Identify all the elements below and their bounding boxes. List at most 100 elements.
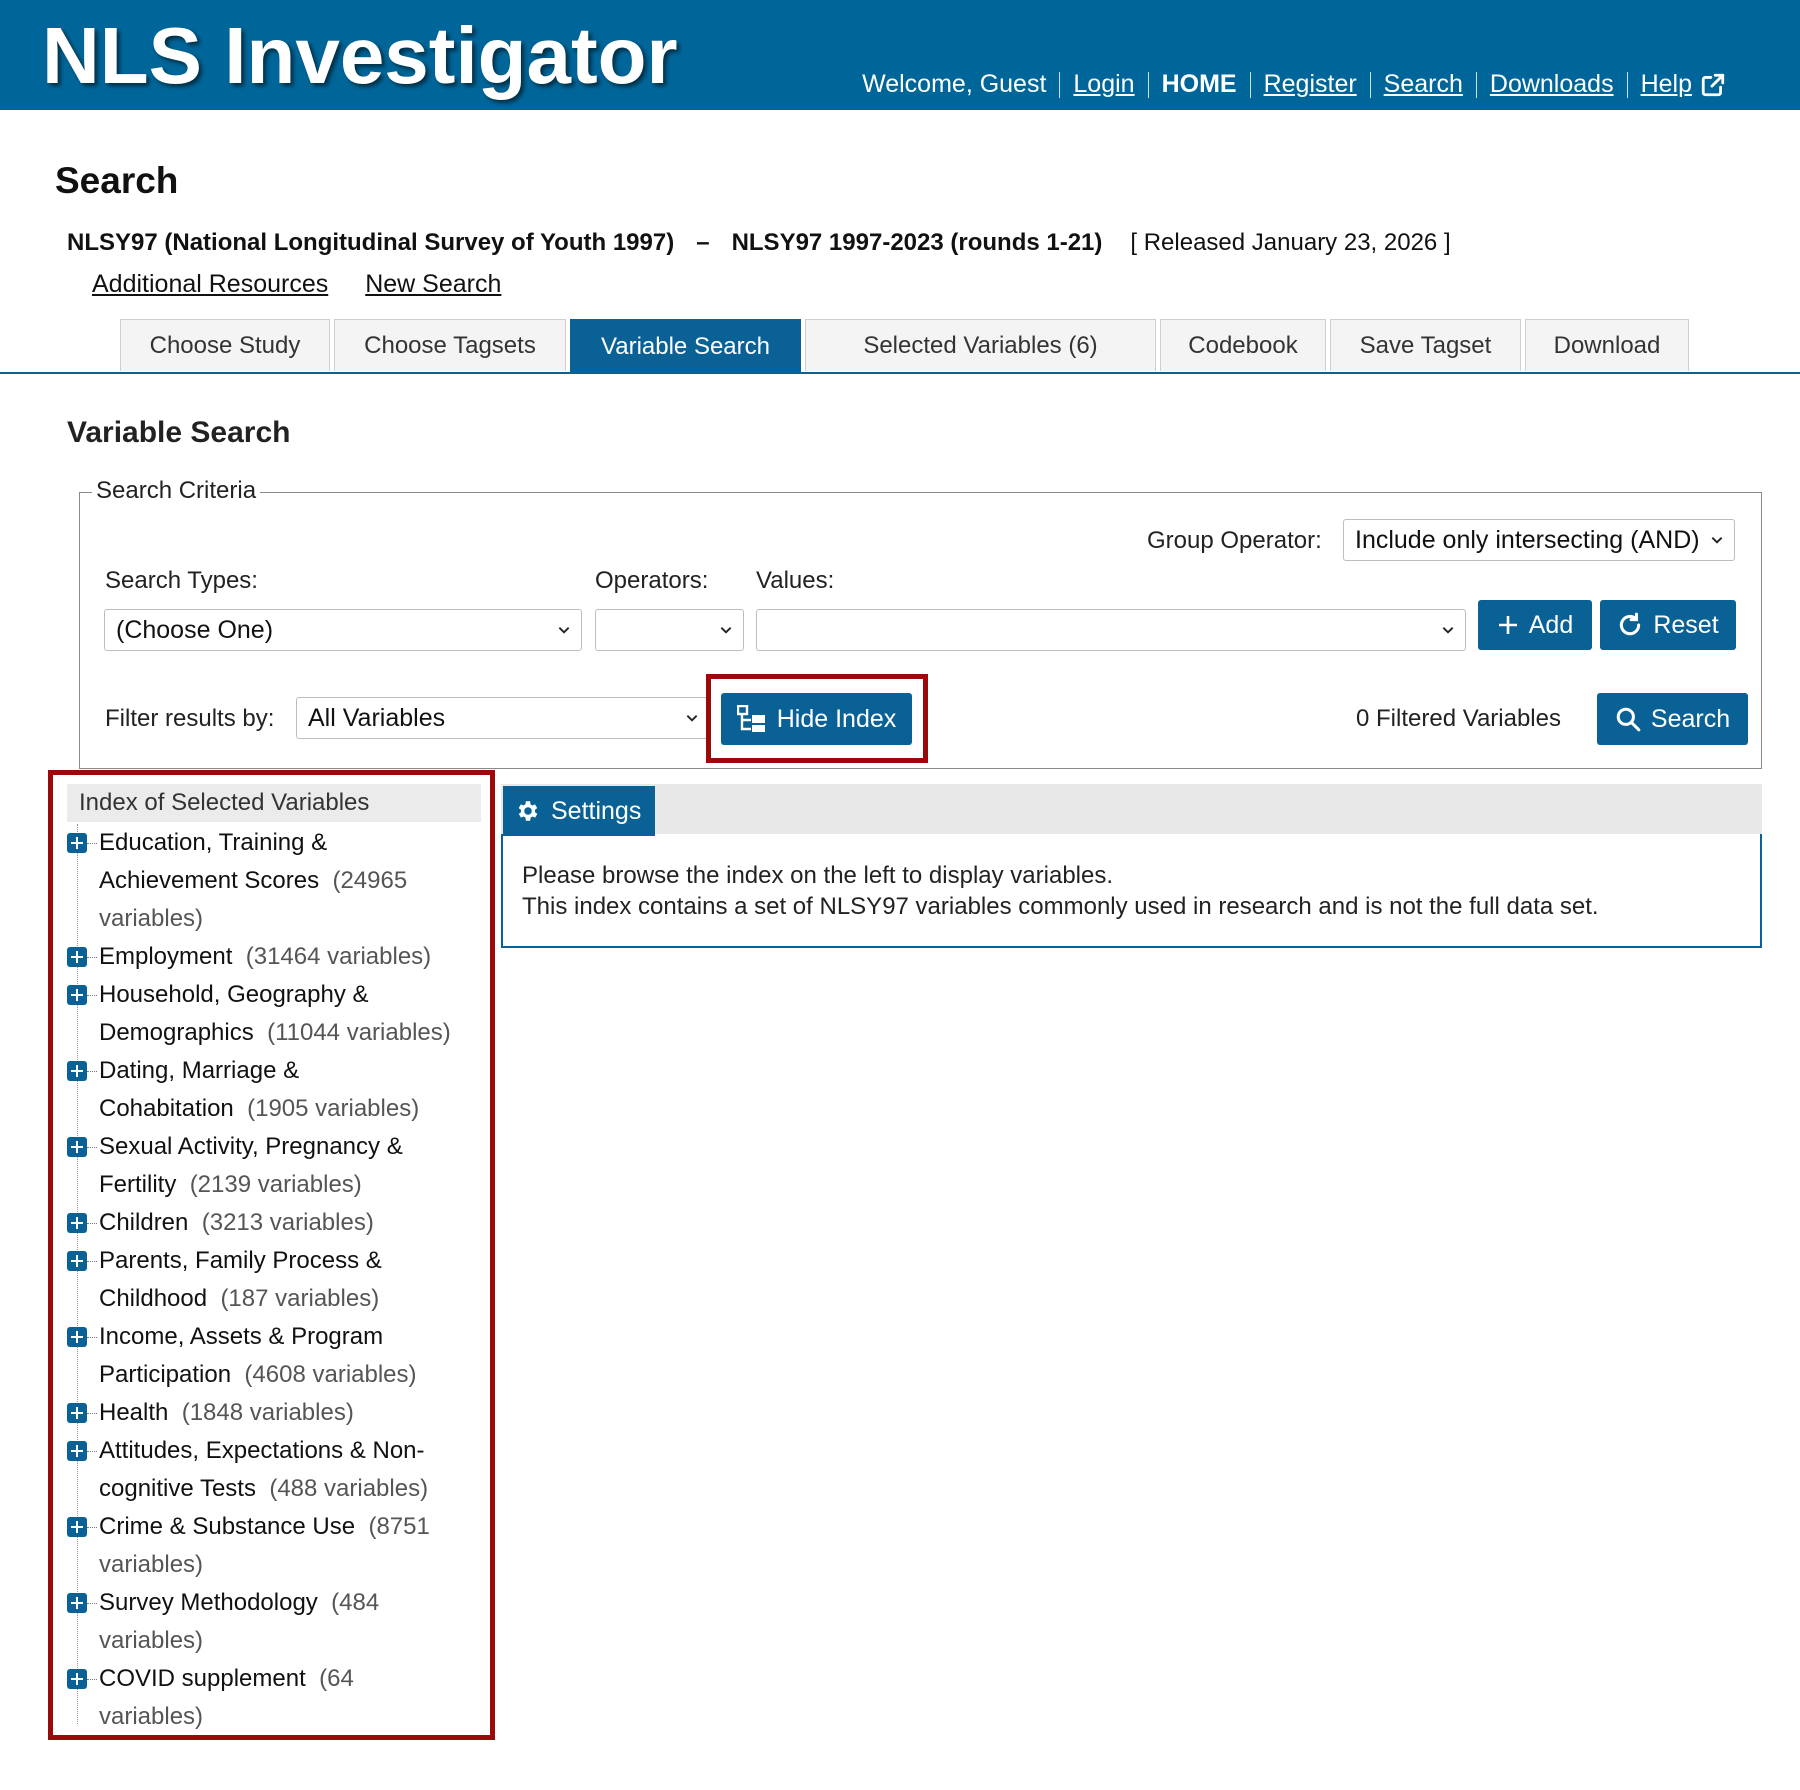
- nav-separator: [1249, 71, 1251, 98]
- index-item-count: (484: [331, 1589, 380, 1616]
- hide-index-button[interactable]: Hide Index: [721, 693, 912, 745]
- page-title: Search: [55, 160, 179, 201]
- chevron-down-icon: [686, 715, 698, 722]
- index-item-line: variables): [99, 1546, 487, 1584]
- refresh-icon: [1620, 612, 1641, 636]
- tab-choose-study[interactable]: Choose Study: [120, 319, 330, 371]
- index-item-label: Children: [99, 1209, 189, 1236]
- expand-plus-icon[interactable]: [67, 947, 87, 967]
- index-item-count: (3213 variables): [201, 1209, 374, 1236]
- index-item-label-cont: cognitive Tests: [99, 1475, 256, 1502]
- index-tree-item[interactable]: Household, Geography & Demographics (1104…: [67, 976, 487, 1052]
- index-tree-item[interactable]: Income, Assets & Program Participation (4…: [67, 1318, 487, 1394]
- reset-button[interactable]: Reset: [1600, 600, 1736, 650]
- search-criteria-legend: Search Criteria: [92, 477, 261, 505]
- chevron-down-icon: [1442, 627, 1454, 634]
- downloads-link[interactable]: Downloads: [1490, 70, 1614, 99]
- values-label: Values:: [756, 567, 835, 594]
- index-tree-item[interactable]: Attitudes, Expectations & Non-cognitive …: [67, 1432, 487, 1508]
- values-select[interactable]: [756, 609, 1466, 651]
- index-tree-item[interactable]: Parents, Family Process & Childhood (187 …: [67, 1242, 487, 1318]
- filter-select[interactable]: All Variables: [296, 697, 710, 739]
- operators-select[interactable]: [595, 609, 744, 651]
- index-item-label-cont: Achievement Scores: [99, 867, 320, 894]
- index-tree-item[interactable]: Employment (31464 variables): [67, 938, 487, 976]
- index-item-line: COVID supplement (64: [99, 1660, 487, 1698]
- index-item-label-cont: Childhood: [99, 1285, 208, 1312]
- index-item-label: Household, Geography &: [99, 981, 369, 1008]
- expand-plus-icon[interactable]: [67, 1403, 87, 1423]
- expand-plus-icon[interactable]: [67, 985, 87, 1005]
- tree-connector: [87, 995, 97, 996]
- hide-index-label: Hide Index: [776, 704, 897, 733]
- index-item-count: (187 variables): [220, 1285, 380, 1312]
- tree-connector: [87, 1337, 97, 1338]
- search-types-value: (Choose One): [116, 615, 274, 644]
- index-tree-item[interactable]: Crime & Substance Use (8751 variables): [67, 1508, 487, 1584]
- filter-value: All Variables: [308, 703, 446, 732]
- tree-connector: [87, 957, 97, 958]
- nav-separator: [1147, 71, 1149, 98]
- filter-label: Filter results by:: [105, 705, 275, 732]
- search-types-select[interactable]: (Choose One): [104, 609, 582, 651]
- index-tree-item[interactable]: Survey Methodology (484 variables): [67, 1584, 487, 1660]
- index-tree-item[interactable]: COVID supplement (64 variables): [67, 1660, 487, 1736]
- expand-plus-icon[interactable]: [67, 1327, 87, 1347]
- index-tree-item[interactable]: Education, Training & Achievement Scores …: [67, 824, 487, 938]
- variable-search-title: Variable Search: [67, 416, 291, 449]
- search-types-label: Search Types:: [105, 567, 258, 594]
- index-item-label: Parents, Family Process &: [99, 1247, 382, 1274]
- add-button[interactable]: Add: [1478, 600, 1592, 650]
- tab-choose-tagsets[interactable]: Choose Tagsets: [334, 319, 566, 371]
- gear-icon: [518, 801, 538, 821]
- operators-label: Operators:: [595, 567, 709, 594]
- home-link[interactable]: HOME: [1162, 70, 1237, 99]
- expand-plus-icon[interactable]: [67, 1213, 87, 1233]
- expand-plus-icon[interactable]: [67, 1669, 87, 1689]
- external-link-icon[interactable]: [1700, 72, 1726, 98]
- results-message-line2: This index contains a set of NLSY97 vari…: [522, 893, 1599, 920]
- expand-plus-icon[interactable]: [67, 1251, 87, 1271]
- results-message: Please browse the index on the left to d…: [522, 860, 1599, 922]
- tab-codebook[interactable]: Codebook: [1160, 319, 1326, 371]
- expand-plus-icon[interactable]: [67, 1593, 87, 1613]
- expand-plus-icon[interactable]: [67, 1517, 87, 1537]
- expand-plus-icon[interactable]: [67, 1137, 87, 1157]
- index-tree-item[interactable]: Health (1848 variables): [67, 1394, 487, 1432]
- index-tree-item[interactable]: Children (3213 variables): [67, 1204, 487, 1242]
- release-date: [ Released January 23, 2026 ]: [1130, 229, 1451, 256]
- index-item-line: Childhood (187 variables): [99, 1280, 487, 1318]
- index-item-count: (11044 variables): [267, 1019, 451, 1046]
- tab-variable-search[interactable]: Variable Search: [570, 319, 801, 373]
- index-item-line: Income, Assets & Program: [99, 1318, 487, 1356]
- index-item-line: variables): [99, 1698, 487, 1736]
- index-item-label-cont: Fertility: [99, 1171, 177, 1198]
- search-icon: [1616, 707, 1641, 732]
- index-item-count-cont: variables): [99, 1703, 204, 1730]
- expand-plus-icon[interactable]: [67, 833, 87, 853]
- search-link[interactable]: Search: [1384, 70, 1463, 99]
- tab-selected-variables[interactable]: Selected Variables (6): [805, 319, 1156, 371]
- nav-separator: [1369, 71, 1371, 98]
- new-search-link[interactable]: New Search: [365, 270, 501, 298]
- index-item-label: Sexual Activity, Pregnancy &: [99, 1133, 403, 1160]
- index-item-count: (8751: [368, 1513, 430, 1540]
- index-tree-item[interactable]: Sexual Activity, Pregnancy & Fertility (2…: [67, 1128, 487, 1204]
- filtered-count: 0 Filtered Variables: [1356, 705, 1561, 732]
- plus-icon: [1498, 616, 1517, 634]
- tab-save-tagset[interactable]: Save Tagset: [1330, 319, 1521, 371]
- add-button-label: Add: [1528, 610, 1574, 639]
- expand-plus-icon[interactable]: [67, 1441, 87, 1461]
- register-link[interactable]: Register: [1264, 70, 1357, 99]
- settings-label: Settings: [551, 796, 642, 825]
- expand-plus-icon[interactable]: [67, 1061, 87, 1081]
- index-tree-item[interactable]: Dating, Marriage & Cohabitation (1905 var…: [67, 1052, 487, 1128]
- group-operator-select[interactable]: Include only intersecting (AND): [1343, 519, 1735, 561]
- help-link[interactable]: Help: [1641, 70, 1692, 99]
- search-button[interactable]: Search: [1597, 693, 1748, 745]
- step-tabs: Choose Study Choose Tagsets Variable Sea…: [120, 319, 1693, 373]
- settings-tab[interactable]: Settings: [503, 786, 655, 836]
- login-link[interactable]: Login: [1073, 70, 1134, 99]
- additional-resources-link[interactable]: Additional Resources: [92, 270, 328, 298]
- tab-download[interactable]: Download: [1525, 319, 1689, 371]
